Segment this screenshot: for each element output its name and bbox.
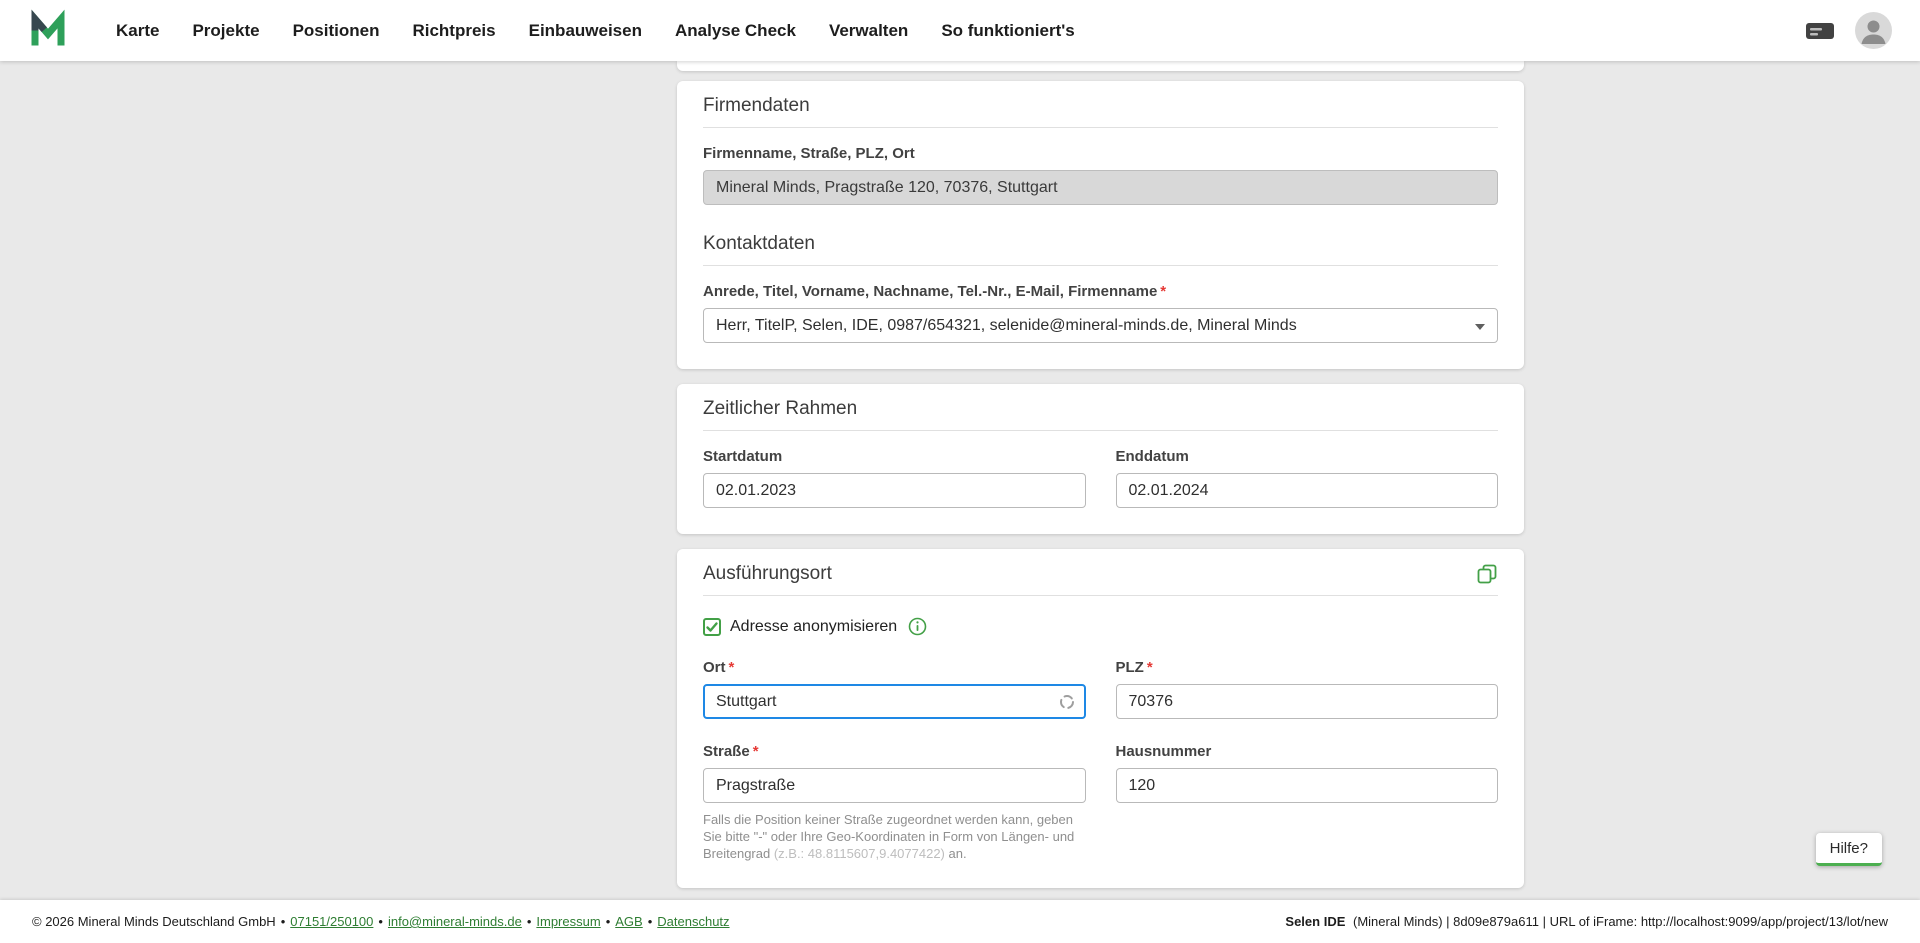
brand-logo[interactable]	[28, 8, 68, 53]
firmendaten-title: Firmendaten	[703, 95, 810, 116]
required-marker: *	[752, 743, 759, 760]
company-field-label: Firmenname, Straße, PLZ, Ort	[703, 145, 915, 162]
copyright-text: © 2026 Mineral Minds Deutschland GmbH	[32, 914, 276, 929]
strasse-hint: Falls die Position keiner Straße zugeord…	[703, 811, 1086, 862]
hausnummer-label: Hausnummer	[1115, 743, 1212, 760]
navbar-actions	[1805, 12, 1892, 49]
strasse-label-text: Straße	[703, 743, 750, 760]
separator: •	[605, 914, 611, 929]
required-marker: *	[1146, 659, 1153, 676]
chevron-down-icon	[1475, 323, 1485, 330]
strasse-hint-coords: (z.B.: 48.8115607,9.4077422)	[773, 846, 945, 861]
anonymize-checkbox[interactable]	[703, 617, 721, 636]
nav-item-analyse-check[interactable]: Analyse Check	[675, 21, 796, 41]
startdatum-input[interactable]	[703, 473, 1086, 508]
footer-link-datenschutz[interactable]: Datenschutz	[657, 914, 729, 929]
zeitlicher-rahmen-title: Zeitlicher Rahmen	[703, 398, 858, 419]
contact-select[interactable]: Herr, TitelP, Selen, IDE, 0987/654321, s…	[703, 308, 1498, 343]
separator: •	[280, 914, 286, 929]
copy-icon[interactable]	[1476, 563, 1498, 585]
enddatum-input[interactable]	[1115, 473, 1498, 508]
footer-right: Selen IDE (Mineral Minds) | 8d09e879a611…	[1285, 914, 1888, 929]
nav-item-positionen[interactable]: Positionen	[293, 21, 380, 41]
firmendaten-card: Firmendaten Firmenname, Straße, PLZ, Ort…	[677, 81, 1524, 369]
zeitlicher-rahmen-card: Zeitlicher Rahmen Startdatum Enddatum	[677, 384, 1524, 534]
enddatum-label: Enddatum	[1115, 448, 1189, 465]
footer-link-phone[interactable]: 07151/250100	[290, 914, 373, 929]
strasse-input[interactable]	[703, 768, 1086, 803]
top-navbar: Karte Projekte Positionen Richtpreis Ein…	[0, 0, 1920, 61]
anonymize-row: Adresse anonymisieren	[703, 617, 1498, 636]
strasse-label: Straße *	[703, 743, 1086, 760]
contact-field-label: Anrede, Titel, Vorname, Nachname, Tel.-N…	[703, 283, 1498, 300]
footer-link-agb[interactable]: AGB	[615, 914, 642, 929]
nav-item-so-funktionierts[interactable]: So funktioniert's	[941, 21, 1074, 41]
plz-label-text: PLZ	[1115, 659, 1144, 676]
contact-select-value: Herr, TitelP, Selen, IDE, 0987/654321, s…	[716, 316, 1297, 334]
footer-app-info: (Mineral Minds) | 8d09e879a611 | URL of …	[1353, 914, 1888, 929]
divider	[703, 595, 1498, 596]
separator: •	[526, 914, 532, 929]
card-reader-icon[interactable]	[1805, 20, 1835, 42]
ausfuehrungsort-title: Ausführungsort	[703, 563, 832, 584]
nav-item-richtpreis[interactable]: Richtpreis	[412, 21, 495, 41]
hausnummer-input[interactable]	[1115, 768, 1498, 803]
info-icon[interactable]	[908, 617, 927, 636]
ort-label: Ort *	[703, 659, 1086, 676]
divider	[703, 265, 1498, 266]
separator: •	[647, 914, 653, 929]
help-button[interactable]: Hilfe?	[1815, 833, 1882, 866]
anonymize-label[interactable]: Adresse anonymisieren	[730, 618, 897, 636]
nav-item-einbauweisen[interactable]: Einbauweisen	[529, 21, 642, 41]
plz-label: PLZ *	[1116, 659, 1499, 676]
content-area: Firmendaten Firmenname, Straße, PLZ, Ort…	[0, 61, 1920, 900]
nav-item-verwalten[interactable]: Verwalten	[829, 21, 908, 41]
ort-input[interactable]	[703, 684, 1086, 719]
logo-icon	[28, 8, 68, 53]
ausfuehrungsort-card: Ausführungsort Adresse anonymisieren Ort…	[677, 549, 1524, 888]
footer-link-email[interactable]: info@mineral-minds.de	[388, 914, 522, 929]
kontaktdaten-title: Kontaktdaten	[703, 233, 815, 254]
card-partial-top	[677, 61, 1524, 71]
footer-left: © 2026 Mineral Minds Deutschland GmbH • …	[32, 914, 730, 929]
company-readonly-field	[703, 170, 1498, 205]
footer-link-impressum[interactable]: Impressum	[536, 914, 600, 929]
strasse-hint-suffix: an.	[944, 846, 967, 861]
required-marker: *	[728, 659, 735, 676]
nav-item-projekte[interactable]: Projekte	[192, 21, 259, 41]
separator: •	[378, 914, 383, 929]
plz-input[interactable]	[1115, 684, 1498, 719]
avatar-icon[interactable]	[1855, 12, 1892, 49]
footer-app-name: Selen IDE	[1285, 914, 1346, 929]
contact-field-label-text: Anrede, Titel, Vorname, Nachname, Tel.-N…	[703, 283, 1158, 300]
startdatum-label: Startdatum	[703, 448, 783, 465]
main-menu: Karte Projekte Positionen Richtpreis Ein…	[116, 21, 1075, 41]
nav-item-karte[interactable]: Karte	[116, 21, 159, 41]
divider	[703, 127, 1498, 128]
ort-label-text: Ort	[703, 659, 726, 676]
required-marker: *	[1160, 283, 1167, 300]
page-footer: © 2026 Mineral Minds Deutschland GmbH • …	[0, 900, 1920, 943]
